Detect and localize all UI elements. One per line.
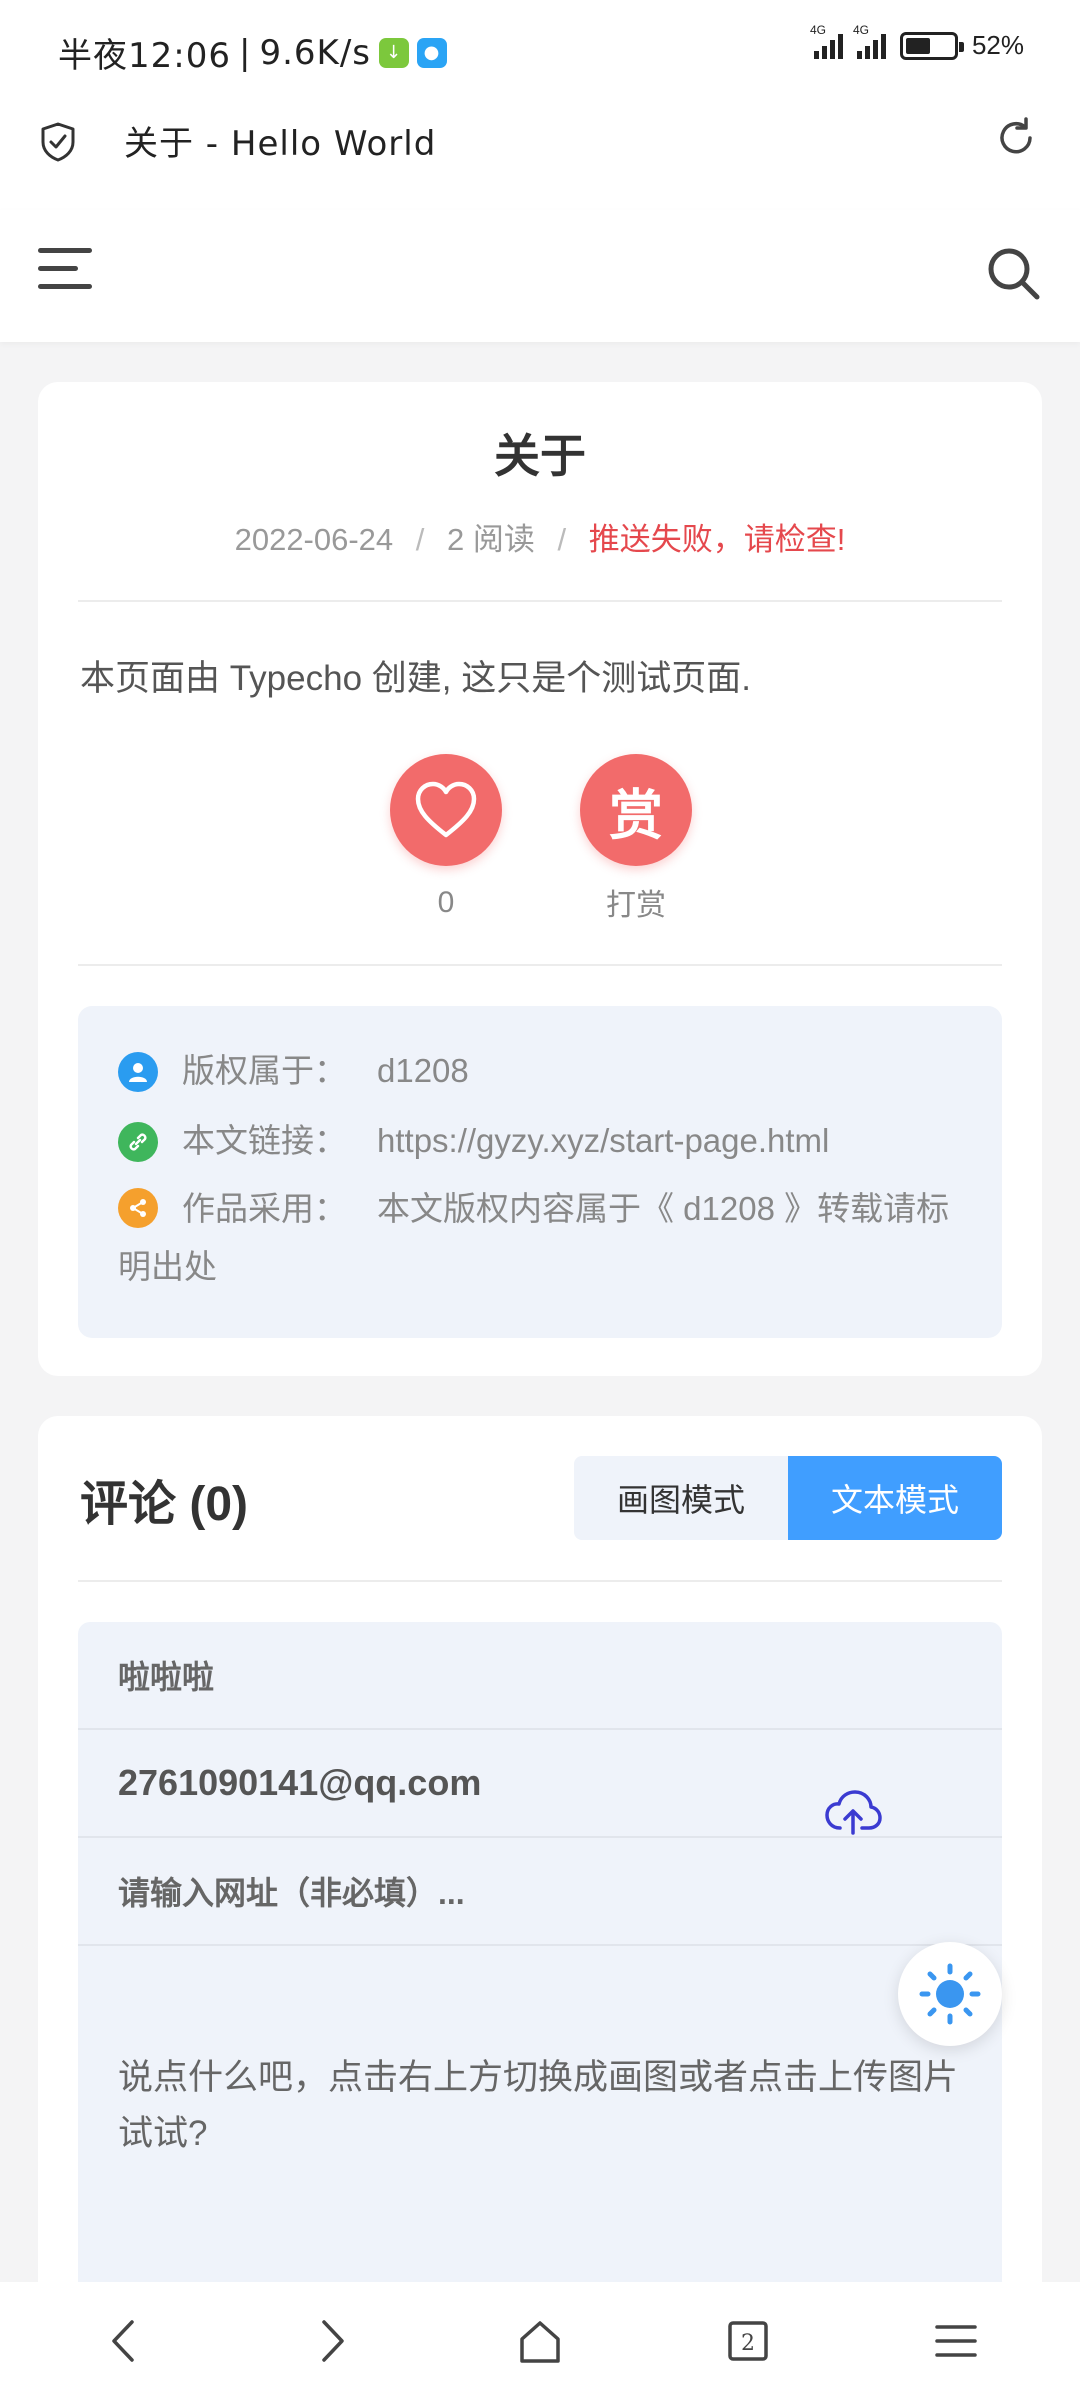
link-key: 本文链接： — [182, 1122, 347, 1159]
divider — [78, 600, 1002, 602]
comment-card: 评论 (0) 画图模式 文本模式 啦啦啦 2761090141@qq.com 请… — [38, 1416, 1042, 2400]
push-status[interactable]: 推送失败，请检查! — [589, 522, 846, 557]
post-title: 关于 — [494, 430, 586, 482]
comment-title: 评论 (0) — [80, 1478, 249, 1531]
signal-icon: 4G — [810, 23, 843, 59]
app-notification-icon: ● — [417, 37, 447, 68]
comment-mode-switch: 画图模式 文本模式 — [574, 1456, 1002, 1540]
post-body: 本页面由 Typecho 创建, 这只是个测试页面. — [80, 659, 751, 698]
url-field[interactable]: 请输入网址（非必填）... — [78, 1838, 1002, 1946]
user-icon — [118, 1052, 158, 1092]
search-icon[interactable] — [984, 244, 1044, 304]
license-key: 作品采用： — [182, 1190, 347, 1227]
download-icon: ↓ — [379, 37, 409, 68]
share-icon — [118, 1188, 158, 1229]
bottom-nav-bar: 2 — [0, 2282, 1080, 2400]
status-right: 4G 4G 52% — [810, 23, 1024, 61]
name-field[interactable]: 啦啦啦 — [78, 1622, 1002, 1730]
post-date: 2022-06-24 — [234, 522, 394, 557]
article-link[interactable]: https://gyzy.xyz/start-page.html — [377, 1112, 829, 1170]
reward-action[interactable]: 赏 打赏 — [580, 754, 692, 924]
tabs-count: 2 — [741, 2331, 755, 2356]
draw-mode-button[interactable]: 画图模式 — [574, 1456, 788, 1540]
tabs-button[interactable]: 2 — [708, 2301, 788, 2381]
divider — [78, 1580, 1002, 1582]
status-bar: 半夜12:06 | 9.6K/s ↓ ● 4G 4G 52% — [0, 0, 1080, 100]
divider — [78, 964, 1002, 966]
status-time: 半夜12:06 — [58, 36, 231, 76]
owner-value: d1208 — [377, 1052, 469, 1089]
like-action[interactable]: 0 — [390, 754, 502, 920]
site-header — [0, 210, 1080, 342]
owner-key: 版权属于： — [182, 1052, 347, 1089]
shield-check-icon[interactable] — [40, 122, 76, 162]
theme-toggle-button[interactable] — [898, 1942, 1002, 2046]
like-count: 0 — [437, 886, 455, 919]
post-reads: 2 阅读 — [447, 522, 535, 557]
sun-icon — [919, 1963, 981, 2025]
copyright-box: 版权属于： d1208 本文链接： https://gyzy.xyz/start… — [78, 1006, 1002, 1338]
post-meta: 2022-06-24 / 2 阅读 / 推送失败，请检查! — [234, 522, 846, 557]
menu-icon[interactable] — [916, 2301, 996, 2381]
reward-button[interactable]: 赏 — [580, 754, 692, 866]
browser-page-title[interactable]: 关于 - Hello World — [124, 116, 436, 165]
like-button[interactable] — [390, 754, 502, 866]
home-icon[interactable] — [500, 2301, 580, 2381]
upload-cloud-icon[interactable] — [824, 1788, 882, 1836]
battery-level: 52% — [971, 30, 1024, 60]
copyright-link-row: 本文链接： https://gyzy.xyz/start-page.html — [118, 1112, 962, 1170]
signal-icon-2: 4G — [853, 23, 886, 59]
copyright-owner-row: 版权属于： d1208 — [118, 1042, 962, 1100]
battery-icon — [899, 31, 964, 60]
status-speed: 9.6K/s — [259, 32, 371, 73]
hamburger-menu-icon[interactable] — [38, 248, 92, 294]
back-icon[interactable] — [84, 2301, 164, 2381]
link-icon — [118, 1122, 158, 1162]
tabs-icon: 2 — [728, 2321, 768, 2361]
status-left: 半夜12:06 | 9.6K/s ↓ ● — [58, 28, 447, 77]
text-mode-button[interactable]: 文本模式 — [788, 1456, 1002, 1540]
article-card: 关于 2022-06-24 / 2 阅读 / 推送失败，请检查! 本页面由 Ty… — [38, 382, 1042, 1376]
forward-icon[interactable] — [292, 2301, 372, 2381]
heart-icon — [415, 781, 477, 838]
browser-bar: 关于 - Hello World — [0, 100, 1080, 210]
copyright-license-row: 作品采用： 本文版权内容属于《 d1208 》转载请标明出处 — [118, 1180, 962, 1296]
reward-label: 打赏 — [606, 889, 666, 922]
reload-icon[interactable] — [992, 114, 1040, 162]
reward-glyph: 赏 — [609, 782, 663, 847]
